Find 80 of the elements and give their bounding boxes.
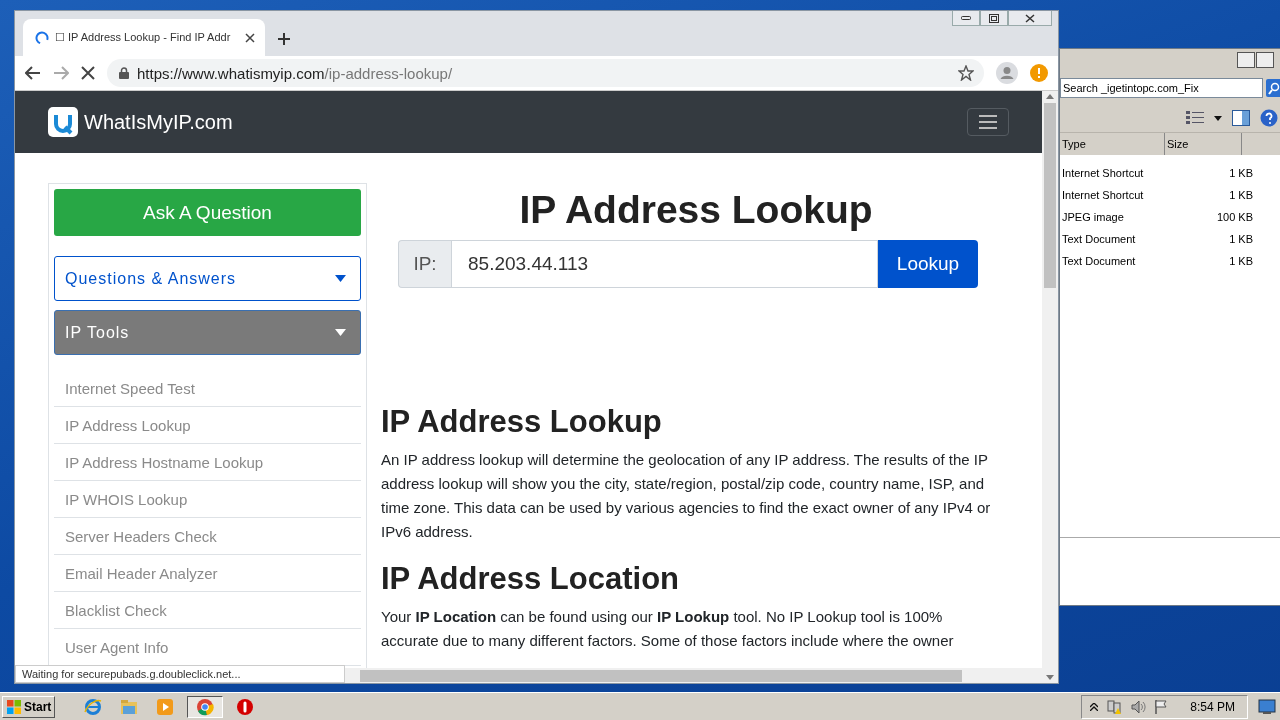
file-size: 100 KB [1215, 211, 1253, 223]
menu-button[interactable] [967, 108, 1009, 136]
lookup-button[interactable]: Lookup [878, 240, 978, 288]
chevron-up-icon[interactable] [1090, 702, 1099, 711]
file-size: 1 KB [1228, 189, 1253, 201]
flag-icon[interactable] [1154, 698, 1169, 715]
section-heading: IP Address Lookup [381, 403, 663, 441]
file-size: 1 KB [1228, 233, 1253, 245]
minimize-button[interactable] [952, 11, 980, 26]
address-bar[interactable]: https://www.whatismyip.com/ip-address-lookup/ [107, 59, 984, 87]
menu-icon [979, 115, 997, 129]
file-type: Internet Shortcut [1061, 167, 1145, 179]
back-arrow-icon[interactable] [25, 66, 41, 80]
status-bubble: Waiting for securepubads.g.doubleclick.net... [15, 665, 345, 683]
file-type: Text Document [1061, 255, 1137, 267]
stop-sign-icon [236, 697, 255, 716]
view-list-icon[interactable] [1186, 110, 1204, 126]
file-type: JPEG image [1061, 211, 1125, 223]
start-button[interactable]: Start [2, 695, 56, 718]
file-type: Internet Shortcut [1061, 189, 1145, 201]
show-desktop-icon[interactable] [1258, 698, 1276, 715]
star-icon[interactable] [958, 65, 974, 81]
file-size: 1 KB [1228, 255, 1253, 267]
preview-pane-icon[interactable] [1232, 110, 1250, 126]
minimize-button[interactable] [1237, 52, 1255, 68]
tool-link[interactable]: Blacklist Check [65, 601, 167, 619]
tool-link[interactable]: Server Headers Check [65, 527, 217, 545]
paragraph: An IP address lookup will determine the geolocation of any IP address. The results of the IP address lookup will show you the city, state/region, postal/zip code, country name, ISP, and time zone. This data can be used by various agencies to find the exact owner of any IPv4 or IPv6 address. [381, 450, 992, 542]
stop-icon[interactable] [81, 66, 95, 80]
restore-button[interactable] [980, 11, 1008, 26]
new-tab-icon[interactable] [277, 32, 291, 46]
tool-link[interactable]: IP WHOIS Lookup [65, 490, 188, 508]
url-text: https://www.whatismyip.com/ip-address-lookup/ [137, 64, 454, 82]
search-field[interactable]: Search _igetintopc.com_Fix [1060, 78, 1263, 98]
column-header[interactable]: Type [1060, 133, 1165, 155]
browser-e-icon [84, 697, 103, 716]
chrome-icon [196, 697, 215, 716]
caret-icon [335, 275, 346, 282]
file-type: Text Document [1061, 233, 1137, 245]
folder-icon [120, 697, 139, 716]
clock[interactable]: 8:54 PM [1190, 699, 1235, 714]
ip-input[interactable]: 85.203.44.113 [451, 240, 878, 288]
scrollbar-thumb[interactable] [360, 669, 962, 682]
scrollbar-thumb[interactable] [1044, 103, 1056, 288]
file-size: 1 KB [1228, 167, 1253, 179]
section-heading: IP Address Location [381, 560, 680, 598]
network-icon[interactable] [1106, 698, 1123, 715]
lock-icon [119, 67, 129, 79]
dropdown-menu[interactable]: Questions & Answers [54, 256, 361, 301]
dropdown-menu[interactable]: IP Tools [54, 310, 361, 355]
column-header[interactable]: Size [1164, 133, 1242, 155]
taskbar-button[interactable] [187, 695, 224, 718]
tool-link[interactable]: Internet Speed Test [65, 379, 195, 397]
restore-icon [989, 13, 999, 23]
search-icon[interactable] [1266, 79, 1280, 97]
browser-tab[interactable]: ☐ IP Address Lookup - Find IP Addr [23, 19, 265, 56]
windows-logo-icon [6, 698, 22, 715]
scroll-down-icon[interactable] [1046, 675, 1054, 680]
tool-link[interactable]: IP Address Hostname Lookup [65, 453, 264, 471]
page-title: IP Address Lookup [518, 187, 874, 233]
tool-link[interactable]: User Agent Info [65, 638, 169, 656]
minimize-icon [961, 16, 971, 20]
close-button[interactable] [1008, 11, 1052, 26]
close-icon [1025, 13, 1035, 23]
volume-icon[interactable] [1130, 698, 1147, 715]
play-icon [156, 697, 175, 716]
close-icon[interactable] [245, 32, 255, 43]
tab-title: ☐ IP Address Lookup - Find IP Addr [55, 31, 232, 44]
help-icon[interactable] [1260, 109, 1278, 127]
paragraph: Your IP Location can be found using our IP Lookup tool. No IP Lookup tool is 100% accurate due to many different factors. Some of those factors include where the owner [381, 607, 955, 651]
site-name[interactable]: WhatIsMyIP.com [84, 110, 233, 134]
caret-icon[interactable] [1214, 115, 1222, 121]
tool-link[interactable]: Email Header Analyzer [65, 564, 218, 582]
scroll-up-icon[interactable] [1046, 94, 1054, 99]
avatar-icon[interactable] [996, 62, 1018, 84]
caret-icon [335, 329, 346, 336]
ip-label: IP: [398, 240, 451, 288]
tool-link[interactable]: IP Address Lookup [65, 416, 191, 434]
maximize-button[interactable] [1256, 52, 1274, 68]
logo-icon [48, 107, 78, 137]
